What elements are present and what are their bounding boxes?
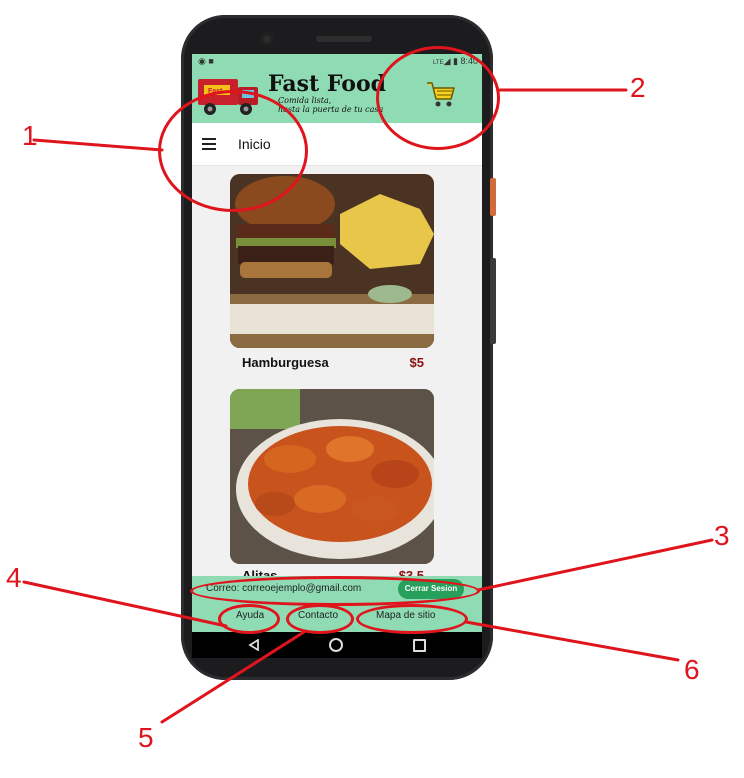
callout-line-5	[160, 630, 306, 724]
highlight-ellipse-5	[286, 604, 354, 634]
callout-number-1: 1	[22, 120, 38, 151]
callout-line-1	[32, 138, 164, 152]
highlight-ellipse-2	[376, 46, 500, 150]
highlight-ellipse-4	[218, 604, 280, 634]
callout-line-6	[464, 620, 680, 662]
callout-number-4: 4	[6, 562, 22, 593]
callout-line-3	[476, 538, 714, 592]
callout-number-6: 6	[684, 654, 700, 685]
annotation-lines	[22, 88, 714, 724]
highlight-ellipse-6	[356, 604, 468, 634]
highlight-ellipse-1	[158, 90, 308, 212]
highlight-ellipse-3	[190, 576, 480, 606]
callout-number-5: 5	[138, 722, 154, 753]
callout-number-2: 2	[630, 72, 646, 103]
callout-number-3: 3	[714, 520, 730, 551]
